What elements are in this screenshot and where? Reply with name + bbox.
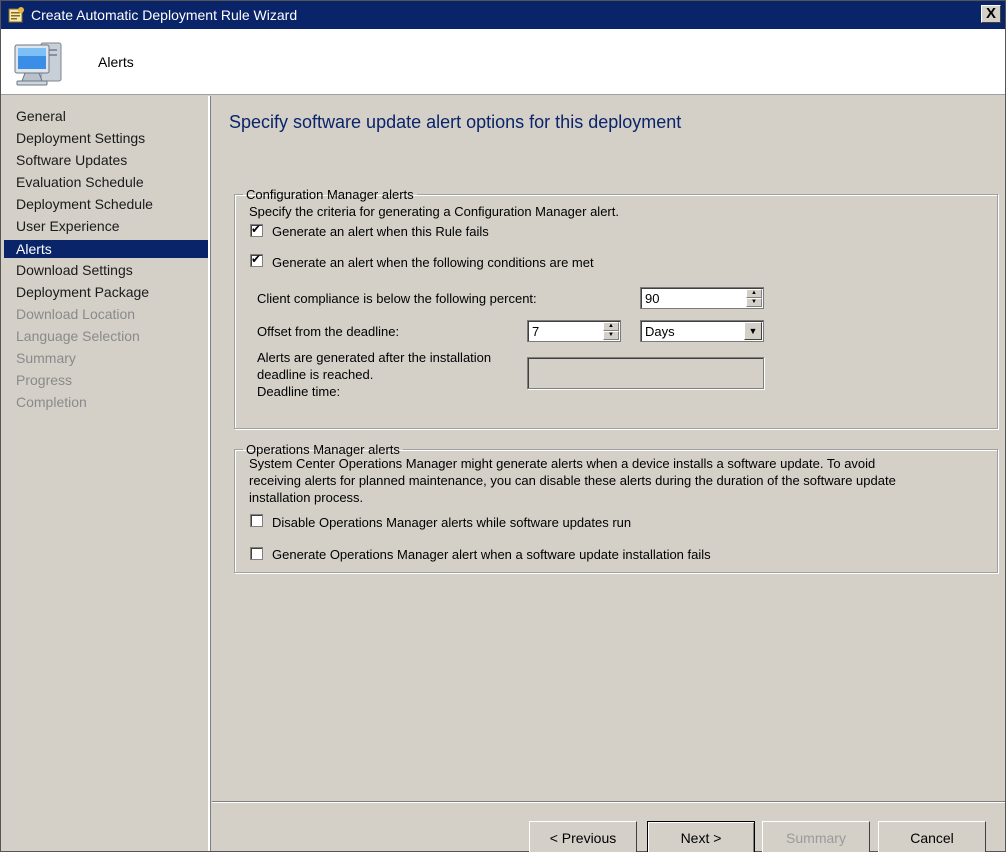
offset-stepper-arrows[interactable]: ▲ ▼ bbox=[603, 322, 619, 340]
wizard-content: Specify software update alert options fo… bbox=[212, 96, 1005, 801]
compliance-percent-value[interactable]: 90 bbox=[645, 291, 659, 306]
cancel-button[interactable]: Cancel bbox=[878, 821, 986, 852]
next-button[interactable]: Next > bbox=[647, 821, 755, 852]
step-user-experience[interactable]: User Experience bbox=[1, 216, 208, 238]
rule-fails-checkbox[interactable] bbox=[250, 222, 263, 237]
step-summary: Summary bbox=[16, 350, 76, 366]
step-download-settings[interactable]: Download Settings bbox=[1, 260, 208, 282]
step-alerts[interactable]: Alerts bbox=[4, 240, 208, 258]
cm-group-legend: Configuration Manager alerts bbox=[246, 187, 414, 202]
stepper-up-icon[interactable]: ▲ bbox=[746, 289, 762, 298]
om-description-line3: installation process. bbox=[249, 490, 364, 505]
step-language-selection: Language Selection bbox=[16, 328, 140, 344]
chevron-down-icon[interactable]: ▼ bbox=[744, 322, 762, 340]
deadline-time-field bbox=[527, 357, 764, 389]
disable-om-alerts-label[interactable]: Disable Operations Manager alerts while … bbox=[272, 515, 631, 530]
generate-om-alert-checkbox[interactable] bbox=[250, 547, 263, 560]
om-description-line1: System Center Operations Manager might g… bbox=[249, 456, 876, 471]
deadline-time-label: Deadline time: bbox=[257, 384, 341, 399]
stepper-down-icon[interactable]: ▼ bbox=[603, 331, 619, 340]
step-progress: Progress bbox=[16, 372, 73, 388]
conditions-met-checkbox[interactable] bbox=[250, 252, 263, 267]
wizard-footer: < Previous Next > Summary Cancel bbox=[212, 801, 1005, 852]
wizard-app-icon bbox=[8, 7, 24, 23]
rule-fails-label[interactable]: Generate an alert when this Rule fails bbox=[272, 224, 489, 239]
om-description-line2: receiving alerts for planned maintenance… bbox=[249, 473, 896, 488]
step-software-updates[interactable]: Software Updates bbox=[1, 150, 208, 172]
close-button[interactable]: X bbox=[981, 5, 1001, 23]
step-download-location: Download Location bbox=[16, 306, 136, 322]
compliance-percent-stepper[interactable]: 90 ▲ ▼ bbox=[640, 287, 764, 309]
deadline-note-line2: deadline is reached. bbox=[257, 367, 374, 382]
generate-om-alert-label[interactable]: Generate Operations Manager alert when a… bbox=[272, 547, 711, 562]
step-general[interactable]: General bbox=[1, 106, 208, 128]
offset-value[interactable]: 7 bbox=[532, 324, 539, 339]
cm-description: Specify the criteria for generating a Co… bbox=[249, 204, 619, 219]
step-evaluation-schedule[interactable]: Evaluation Schedule bbox=[1, 172, 208, 194]
om-group-legend: Operations Manager alerts bbox=[246, 442, 400, 457]
deadline-note-line1: Alerts are generated after the installat… bbox=[257, 350, 492, 365]
window-title: Create Automatic Deployment Rule Wizard bbox=[31, 7, 298, 23]
compliance-stepper-arrows[interactable]: ▲ ▼ bbox=[746, 289, 762, 307]
stepper-down-icon[interactable]: ▼ bbox=[746, 298, 762, 307]
stepper-up-icon[interactable]: ▲ bbox=[603, 322, 619, 331]
disable-om-alerts-checkbox[interactable] bbox=[250, 514, 263, 527]
offset-unit-value[interactable]: Days bbox=[645, 324, 675, 339]
wizard-step-list: General Deployment Settings Software Upd… bbox=[1, 96, 210, 851]
offset-stepper[interactable]: 7 ▲ ▼ bbox=[527, 320, 621, 342]
offset-unit-dropdown[interactable]: Days ▼ bbox=[640, 320, 764, 342]
offset-label: Offset from the deadline: bbox=[257, 324, 400, 339]
summary-button: Summary bbox=[762, 821, 870, 852]
step-completion: Completion bbox=[16, 394, 87, 410]
header-page-name: Alerts bbox=[98, 54, 134, 70]
previous-button[interactable]: < Previous bbox=[529, 821, 637, 852]
step-deployment-schedule[interactable]: Deployment Schedule bbox=[1, 194, 208, 216]
step-deployment-settings[interactable]: Deployment Settings bbox=[1, 128, 208, 150]
wizard-header: Alerts bbox=[1, 29, 1005, 95]
conditions-met-label[interactable]: Generate an alert when the following con… bbox=[272, 255, 594, 270]
page-heading: Specify software update alert options fo… bbox=[229, 112, 682, 132]
title-bar: Create Automatic Deployment Rule Wizard … bbox=[1, 1, 1005, 29]
wizard-window: Create Automatic Deployment Rule Wizard … bbox=[0, 0, 1006, 852]
step-deployment-package[interactable]: Deployment Package bbox=[1, 282, 208, 304]
computer-icon bbox=[14, 42, 62, 86]
compliance-label: Client compliance is below the following… bbox=[257, 291, 537, 306]
